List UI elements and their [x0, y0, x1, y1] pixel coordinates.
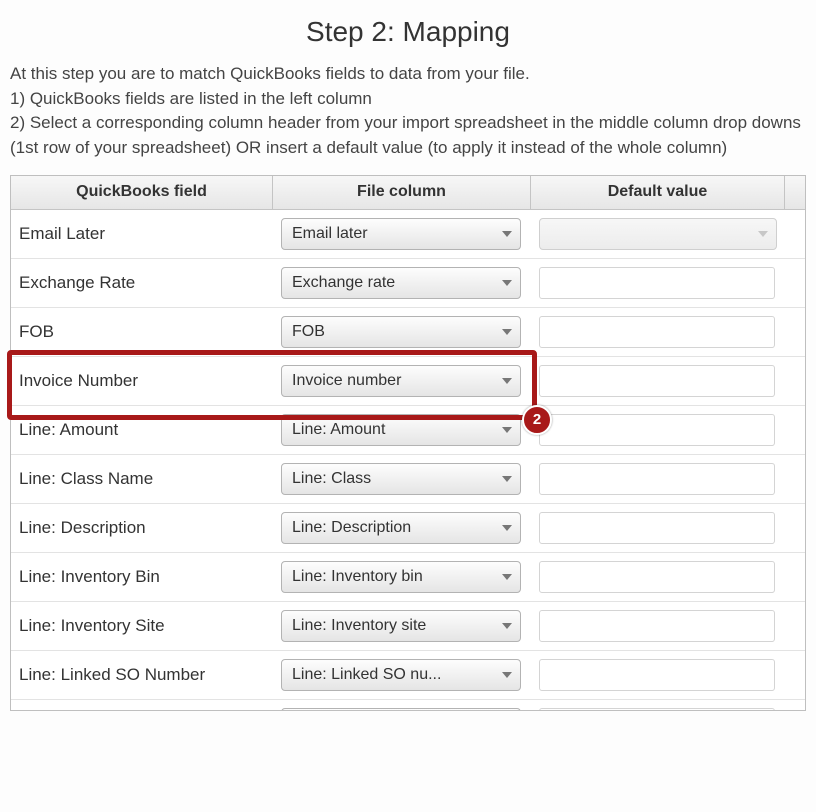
- default-value-cell: [531, 406, 785, 454]
- instructions-line-1: 1) QuickBooks fields are listed in the l…: [10, 87, 806, 112]
- default-value-cell: [531, 553, 785, 601]
- file-column-value: Invoice number: [292, 372, 502, 390]
- file-column-value: Line: Description: [292, 519, 502, 537]
- default-value-input[interactable]: [539, 512, 775, 544]
- chevron-down-icon: [502, 623, 512, 629]
- file-column-cell: Line: Description: [273, 504, 531, 552]
- file-column-cell: Email later: [273, 210, 531, 258]
- default-value-cell: [531, 504, 785, 552]
- file-column-dropdown[interactable]: Line: Class: [281, 463, 521, 495]
- chevron-down-icon: [502, 574, 512, 580]
- file-column-dropdown[interactable]: Line: Linked SO nu...: [281, 659, 521, 691]
- default-value-cell: [531, 700, 785, 710]
- chevron-down-icon: [502, 672, 512, 678]
- default-value-input[interactable]: [539, 610, 775, 642]
- table-row: Invoice Number Invoice number: [11, 357, 805, 406]
- instructions-line-2: 2) Select a corresponding column header …: [10, 111, 806, 160]
- page-title: Step 2: Mapping: [10, 16, 806, 48]
- default-value-cell: [531, 259, 785, 307]
- file-column-cell: Line: Linked SO nu...: [273, 651, 531, 699]
- chevron-down-icon: [502, 476, 512, 482]
- file-column-value: Line: Amount: [292, 421, 502, 439]
- file-column-dropdown[interactable]: Line: Inventory site: [281, 610, 521, 642]
- instructions-intro: At this step you are to match QuickBooks…: [10, 62, 806, 87]
- qb-field-label: Line: Other 1: [11, 700, 273, 710]
- table-row: Line: Linked SO Number Line: Linked SO nu…: [11, 651, 805, 700]
- table-row: Line: Other 1 Line: Other 1: [11, 700, 805, 710]
- chevron-down-icon: [502, 378, 512, 384]
- file-column-cell: Line: Amount: [273, 406, 531, 454]
- default-value-cell: [531, 455, 785, 503]
- mapping-table: 2 QuickBooks field File column Default v…: [10, 175, 806, 711]
- table-row: Line: Class Name Line: Class: [11, 455, 805, 504]
- table-row: Line: Amount Line: Amount: [11, 406, 805, 455]
- table-row: Exchange Rate Exchange rate: [11, 259, 805, 308]
- file-column-dropdown[interactable]: Exchange rate: [281, 267, 521, 299]
- default-value-cell: [531, 308, 785, 356]
- chevron-down-icon: [758, 231, 768, 237]
- default-value-input[interactable]: [539, 267, 775, 299]
- file-column-cell: Exchange rate: [273, 259, 531, 307]
- file-column-cell: Line: Other 1: [273, 700, 531, 710]
- file-column-dropdown[interactable]: Line: Other 1: [281, 708, 521, 710]
- default-value-cell: [531, 210, 785, 258]
- file-column-value: Line: Inventory bin: [292, 568, 502, 586]
- file-column-dropdown[interactable]: FOB: [281, 316, 521, 348]
- file-column-value: Line: Class: [292, 470, 502, 488]
- file-column-cell: Line: Class: [273, 455, 531, 503]
- qb-field-label: Line: Inventory Bin: [11, 553, 273, 601]
- table-header: QuickBooks field File column Default val…: [11, 176, 805, 210]
- chevron-down-icon: [502, 329, 512, 335]
- header-default-value: Default value: [531, 176, 785, 209]
- qb-field-label: FOB: [11, 308, 273, 356]
- file-column-value: Exchange rate: [292, 274, 502, 292]
- table-row: Email Later Email later: [11, 210, 805, 259]
- table-body[interactable]: Email LaterEmail laterExchange RateExcha…: [11, 210, 805, 710]
- table-row: Line: Inventory Bin Line: Inventory bin: [11, 553, 805, 602]
- file-column-cell: Invoice number: [273, 357, 531, 405]
- table-row: Line: Inventory Site Line: Inventory site: [11, 602, 805, 651]
- file-column-dropdown[interactable]: Line: Inventory bin: [281, 561, 521, 593]
- default-value-cell: [531, 602, 785, 650]
- file-column-dropdown[interactable]: Line: Amount: [281, 414, 521, 446]
- default-value-input[interactable]: [539, 365, 775, 397]
- file-column-value: Line: Linked SO nu...: [292, 666, 502, 684]
- qb-field-label: Line: Class Name: [11, 455, 273, 503]
- qb-field-label: Line: Inventory Site: [11, 602, 273, 650]
- table-row: Line: Description Line: Description: [11, 504, 805, 553]
- default-value-cell: [531, 651, 785, 699]
- default-value-input[interactable]: [539, 414, 775, 446]
- header-quickbooks-field: QuickBooks field: [11, 176, 273, 209]
- default-value-input[interactable]: [539, 708, 775, 710]
- chevron-down-icon: [502, 280, 512, 286]
- qb-field-label: Invoice Number: [11, 357, 273, 405]
- file-column-cell: Line: Inventory bin: [273, 553, 531, 601]
- qb-field-label: Line: Description: [11, 504, 273, 552]
- qb-field-label: Exchange Rate: [11, 259, 273, 307]
- header-file-column: File column: [273, 176, 531, 209]
- default-value-cell: [531, 357, 785, 405]
- default-value-dropdown: [539, 218, 777, 250]
- file-column-dropdown[interactable]: Invoice number: [281, 365, 521, 397]
- qb-field-label: Line: Amount: [11, 406, 273, 454]
- header-scroll-gutter: [785, 176, 803, 209]
- chevron-down-icon: [502, 525, 512, 531]
- file-column-dropdown[interactable]: Email later: [281, 218, 521, 250]
- file-column-dropdown[interactable]: Line: Description: [281, 512, 521, 544]
- file-column-value: Line: Inventory site: [292, 617, 502, 635]
- default-value-input[interactable]: [539, 659, 775, 691]
- chevron-down-icon: [502, 427, 512, 433]
- file-column-value: Email later: [292, 225, 502, 243]
- qb-field-label: Email Later: [11, 210, 273, 258]
- qb-field-label: Line: Linked SO Number: [11, 651, 273, 699]
- default-value-input[interactable]: [539, 316, 775, 348]
- file-column-value: FOB: [292, 323, 502, 341]
- chevron-down-icon: [502, 231, 512, 237]
- instructions: At this step you are to match QuickBooks…: [10, 62, 806, 161]
- default-value-input[interactable]: [539, 561, 775, 593]
- default-value-input[interactable]: [539, 463, 775, 495]
- table-row: FOB FOB: [11, 308, 805, 357]
- file-column-cell: Line: Inventory site: [273, 602, 531, 650]
- file-column-cell: FOB: [273, 308, 531, 356]
